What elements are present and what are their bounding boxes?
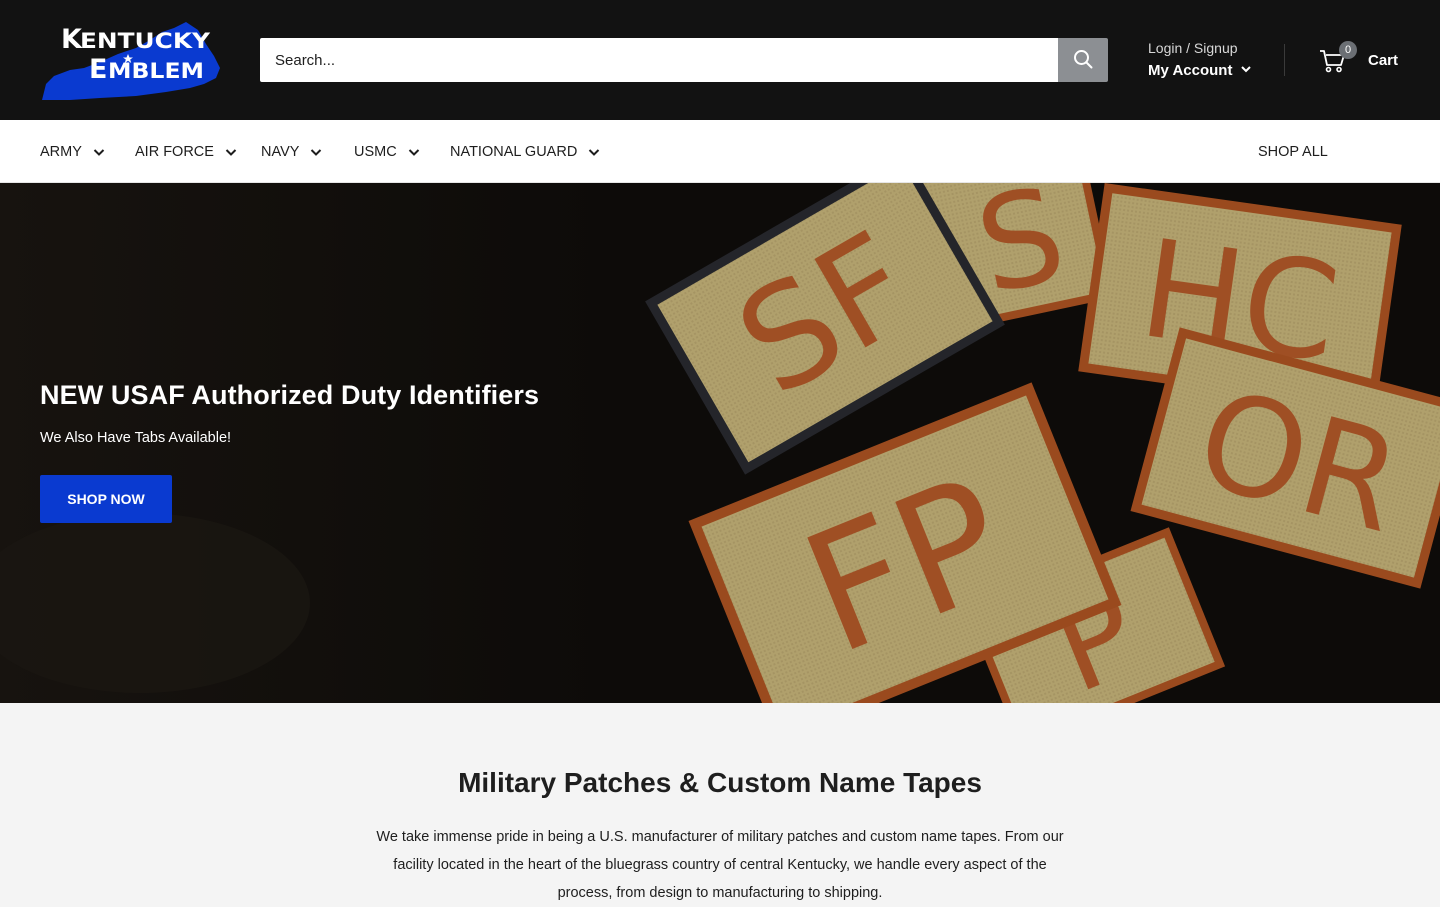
nav-item-label: Air Force bbox=[135, 143, 214, 160]
intro-title: Military Patches & Custom Name Tapes bbox=[458, 767, 982, 798]
login-signup-link[interactable]: Login / Signup bbox=[1148, 37, 1252, 59]
nav-item-label: National Guard bbox=[450, 143, 578, 160]
kentucky-emblem-logo[interactable]: K ENTUCKY E MBLEM bbox=[40, 18, 222, 102]
nav-item-label: USMC bbox=[354, 143, 397, 160]
nav-item-label: Shop All bbox=[1258, 143, 1328, 160]
svg-text:ENTUCKY: ENTUCKY bbox=[80, 29, 211, 53]
chevron-down-icon bbox=[311, 148, 322, 156]
account-menu: Login / Signup My Account bbox=[1148, 37, 1252, 83]
nav-item-navy[interactable]: Navy bbox=[261, 120, 323, 183]
chevron-down-icon bbox=[589, 148, 600, 156]
nav-item-label: Navy bbox=[261, 143, 300, 160]
search-bar bbox=[260, 38, 1108, 82]
nav-item-national-guard[interactable]: National Guard bbox=[450, 120, 601, 183]
my-account-dropdown[interactable]: My Account bbox=[1148, 59, 1252, 83]
chevron-down-icon bbox=[408, 148, 419, 156]
svg-text:E: E bbox=[89, 54, 107, 85]
nav-item-shop-all[interactable]: Shop All bbox=[1258, 120, 1328, 183]
nav-item-air-force[interactable]: Air Force bbox=[135, 120, 238, 183]
nav-item-label: Army bbox=[40, 143, 82, 160]
hero-title: NEW USAF Authorized Duty Identifiers bbox=[40, 380, 540, 410]
header-divider bbox=[1284, 44, 1285, 76]
cart-label: Cart bbox=[1368, 51, 1399, 69]
main-navigation: Army Air Force Navy USMC National Guard … bbox=[0, 120, 1440, 183]
my-account-label: My Account bbox=[1148, 62, 1233, 79]
nav-item-usmc[interactable]: USMC bbox=[354, 120, 421, 183]
chevron-down-icon bbox=[1240, 59, 1252, 83]
intro-section: Military Patches & Custom Name Tapes We … bbox=[0, 703, 1440, 901]
search-icon bbox=[1073, 49, 1093, 72]
hero-subtitle: We Also Have Tabs Available! bbox=[40, 430, 232, 446]
hero-banner: P S HC OR FP SF NEW USAF Authorized Duty… bbox=[0, 183, 1440, 703]
svg-text:MBLEM: MBLEM bbox=[108, 59, 204, 83]
chevron-down-icon bbox=[93, 148, 105, 156]
search-button[interactable] bbox=[1058, 38, 1108, 82]
cart-link[interactable]: 0 Cart bbox=[1318, 41, 1399, 76]
site-header: K ENTUCKY E MBLEM Login / Signup My Acco… bbox=[0, 0, 1440, 120]
cart-icon: 0 bbox=[1318, 41, 1357, 74]
cart-count-badge: 0 bbox=[1339, 41, 1357, 59]
chevron-down-icon bbox=[225, 148, 237, 156]
intro-text: We take immense pride in being a U.S. ma… bbox=[376, 829, 1064, 901]
shop-now-button[interactable]: Shop now bbox=[40, 475, 172, 523]
search-input[interactable] bbox=[260, 38, 1058, 82]
nav-item-army[interactable]: Army bbox=[40, 120, 106, 183]
